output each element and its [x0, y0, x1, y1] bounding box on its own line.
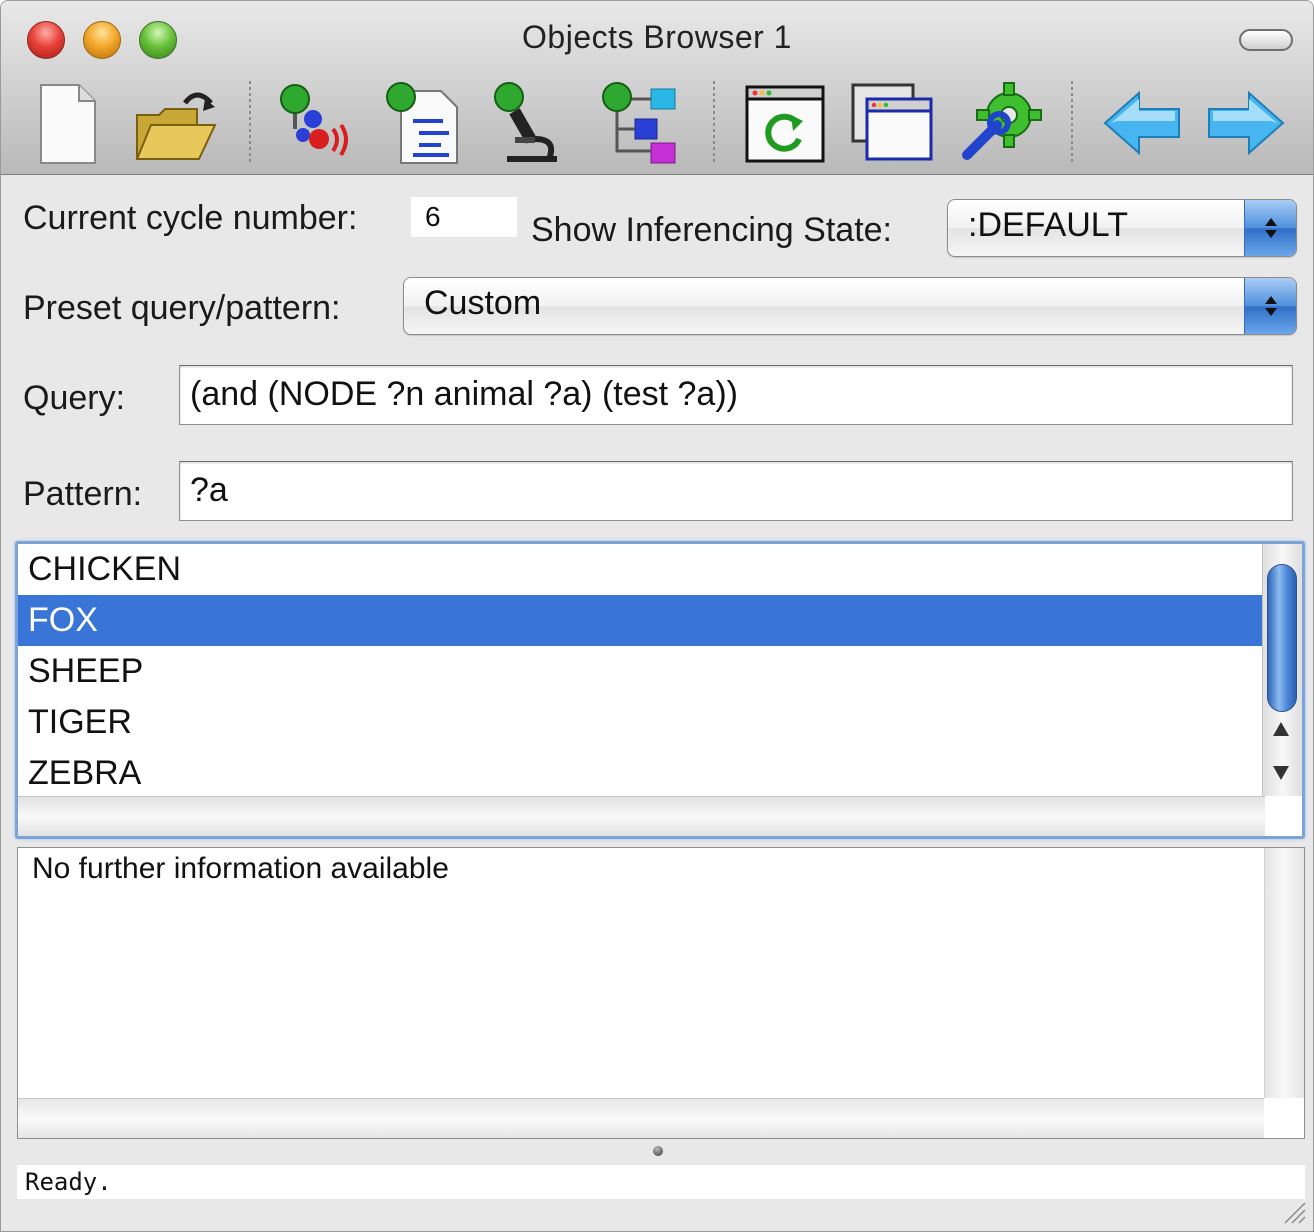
list-item[interactable]: FOX	[18, 595, 1265, 646]
inferencing-state-label: Show Inferencing State:	[531, 211, 893, 249]
right-arrow-icon	[1208, 90, 1285, 156]
rules-button[interactable]	[379, 79, 467, 167]
cycle-number-label: Current cycle number:	[23, 199, 358, 237]
list-item[interactable]: ZEBRA	[18, 748, 1265, 796]
refresh-window-button[interactable]	[741, 79, 829, 167]
list-item[interactable]: CHICKEN	[18, 544, 1265, 595]
scroll-up-arrow-icon[interactable]	[1273, 722, 1289, 736]
window-refresh-icon	[745, 85, 825, 163]
preset-query-label: Preset query/pattern:	[23, 289, 341, 327]
toolbar	[1, 73, 1313, 173]
window-title: Objects Browser 1	[522, 19, 792, 55]
pattern-input[interactable]: ?a	[179, 461, 1293, 521]
results-list-panel: CHICKEN FOX SHEEP TIGER ZEBRA	[15, 541, 1305, 839]
atoms-broadcast-icon	[280, 84, 348, 157]
splitter-handle[interactable]	[653, 1146, 663, 1156]
inferencing-state-value: :DEFAULT	[968, 206, 1128, 244]
list-item[interactable]: SHEEP	[18, 646, 1265, 697]
open-folder-button[interactable]	[131, 79, 219, 167]
resize-grip-icon[interactable]	[1281, 1199, 1307, 1225]
toolbar-separator	[249, 81, 251, 163]
results-horizontal-scrollbar[interactable]	[18, 796, 1265, 836]
blank-page-icon	[40, 84, 96, 164]
gear-wrench-icon	[962, 82, 1042, 160]
new-window-button[interactable]	[849, 79, 937, 167]
toolbar-toggle-button[interactable]	[1239, 29, 1293, 51]
pattern-label: Pattern:	[23, 475, 143, 513]
open-folder-icon	[135, 92, 217, 160]
objects-browser-window: Objects Browser 1 Current cycle number: …	[0, 0, 1314, 1232]
select-arrows-icon	[1244, 200, 1296, 256]
agents-button[interactable]	[271, 79, 359, 167]
cycle-number-value: 6	[411, 197, 517, 237]
preset-query-value: Custom	[424, 284, 542, 322]
select-arrows-icon	[1244, 278, 1296, 334]
microscope-icon	[494, 82, 557, 162]
info-text: No further information available	[32, 852, 449, 885]
results-list: CHICKEN FOX SHEEP TIGER ZEBRA	[18, 544, 1265, 796]
query-input[interactable]: (and (NODE ?n animal ?a) (test ?a))	[179, 365, 1293, 425]
scroll-thumb[interactable]	[1267, 564, 1297, 712]
back-button[interactable]	[1099, 79, 1187, 167]
scroll-down-arrow-icon[interactable]	[1273, 766, 1289, 780]
toolbar-separator	[1071, 81, 1073, 163]
stacked-windows-icon	[851, 83, 933, 161]
results-vertical-scrollbar[interactable]	[1262, 544, 1302, 796]
info-vertical-scrollbar[interactable]	[1264, 848, 1304, 1098]
toolbar-separator	[713, 81, 715, 163]
node-document-icon	[386, 82, 458, 164]
query-label: Query:	[23, 379, 126, 417]
new-document-button[interactable]	[23, 79, 111, 167]
preset-query-select[interactable]: Custom	[403, 277, 1297, 335]
inferencing-state-select[interactable]: :DEFAULT	[947, 199, 1297, 257]
left-arrow-icon	[1103, 90, 1180, 156]
forward-button[interactable]	[1201, 79, 1289, 167]
tree-diagram-icon	[602, 82, 676, 164]
info-panel: No further information available	[17, 847, 1305, 1139]
list-item[interactable]: TIGER	[18, 697, 1265, 748]
inspect-button[interactable]	[487, 79, 575, 167]
title-toolbar-area: Objects Browser 1	[1, 1, 1313, 175]
status-bar: Ready.	[17, 1165, 1305, 1199]
hierarchy-button[interactable]	[595, 79, 683, 167]
preferences-button[interactable]	[957, 79, 1045, 167]
info-horizontal-scrollbar[interactable]	[18, 1098, 1264, 1138]
